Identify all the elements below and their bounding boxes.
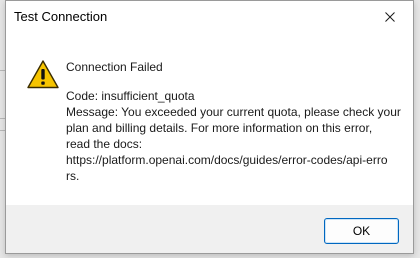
close-icon (385, 11, 395, 22)
error-message-line: plan and billing details. For more infor… (66, 121, 373, 135)
error-message-line: Message: You exceeded your current quota… (66, 105, 401, 119)
title-bar: Test Connection (6, 1, 413, 32)
error-code-line: Code: insufficient_quota (66, 89, 195, 103)
error-docs-url-line: https://platform.openai.com/docs/guides/… (66, 153, 388, 167)
dialog-title: Test Connection (14, 9, 108, 24)
button-bar: OK (6, 205, 413, 253)
warning-icon (27, 60, 59, 89)
message-area: Connection Failed Code: insufficient_quo… (6, 32, 413, 205)
error-message-line: read the docs: (66, 137, 143, 151)
ok-button[interactable]: OK (324, 218, 399, 244)
error-heading: Connection Failed (66, 60, 163, 74)
test-connection-dialog: Test Connection Connection Failed Code: … (5, 0, 414, 254)
error-message: Connection Failed Code: insufficient_quo… (66, 59, 401, 184)
close-button[interactable] (367, 1, 413, 32)
error-docs-url-line: rs. (66, 169, 80, 183)
